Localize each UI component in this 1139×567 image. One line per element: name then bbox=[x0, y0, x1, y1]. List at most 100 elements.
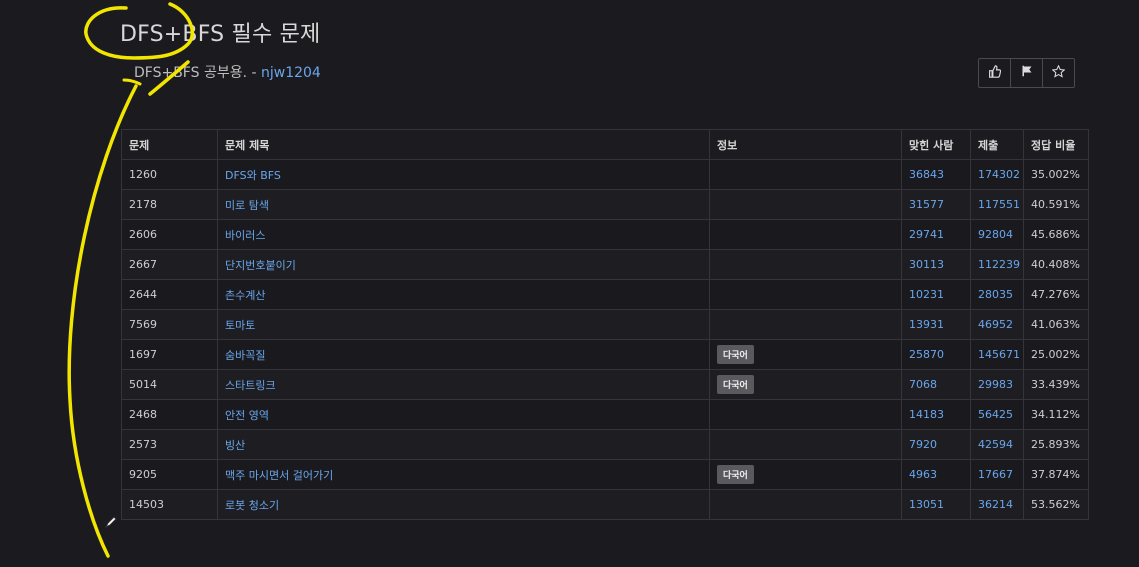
problem-id[interactable]: 2178 bbox=[121, 189, 218, 220]
submission-count[interactable]: 92804 bbox=[970, 219, 1024, 250]
table-row: 2644 촌수계산 10231 28035 47.276% bbox=[121, 279, 1089, 310]
multilingual-badge: 다국어 bbox=[717, 345, 754, 364]
submission-count[interactable]: 46952 bbox=[970, 309, 1024, 340]
accuracy-ratio: 45.686% bbox=[1023, 219, 1089, 250]
problem-info bbox=[709, 309, 902, 340]
submission-count[interactable]: 42594 bbox=[970, 429, 1024, 460]
submission-count[interactable]: 29983 bbox=[970, 369, 1024, 400]
submission-count[interactable]: 112239 bbox=[970, 249, 1024, 280]
problem-title-link[interactable]: 단지번호붙이기 bbox=[217, 249, 710, 280]
solved-count[interactable]: 7920 bbox=[901, 429, 971, 460]
flag-icon bbox=[1021, 65, 1033, 81]
solved-count[interactable]: 29741 bbox=[901, 219, 971, 250]
table-row: 2573 빙산 7920 42594 25.893% bbox=[121, 429, 1089, 460]
favorite-button[interactable] bbox=[1043, 59, 1074, 87]
solved-count[interactable]: 10231 bbox=[901, 279, 971, 310]
accuracy-ratio: 25.002% bbox=[1023, 339, 1089, 370]
submission-count[interactable]: 28035 bbox=[970, 279, 1024, 310]
problem-info: 다국어 bbox=[709, 459, 902, 490]
solved-count[interactable]: 36843 bbox=[901, 159, 971, 190]
submission-count[interactable]: 117551 bbox=[970, 189, 1024, 220]
action-button-group bbox=[978, 58, 1075, 88]
table-row: 2667 단지번호붙이기 30113 112239 40.408% bbox=[121, 249, 1089, 280]
problem-id[interactable]: 7569 bbox=[121, 309, 218, 340]
problem-title-link[interactable]: 숨바꼭질 bbox=[217, 339, 710, 370]
problem-id[interactable]: 9205 bbox=[121, 459, 218, 490]
description-text: DFS+BFS 공부용. - bbox=[134, 65, 261, 81]
accuracy-ratio: 40.591% bbox=[1023, 189, 1089, 220]
submission-count[interactable]: 36214 bbox=[970, 489, 1024, 520]
solved-count[interactable]: 31577 bbox=[901, 189, 971, 220]
header-problem-title[interactable]: 문제 제목 bbox=[217, 129, 710, 160]
problem-id[interactable]: 5014 bbox=[121, 369, 218, 400]
problem-title-link[interactable]: 미로 탐색 bbox=[217, 189, 710, 220]
submission-count[interactable]: 145671 bbox=[970, 339, 1024, 370]
problem-id[interactable]: 2573 bbox=[121, 429, 218, 460]
submission-count[interactable]: 174302 bbox=[970, 159, 1024, 190]
problem-info bbox=[709, 279, 902, 310]
solved-count[interactable]: 30113 bbox=[901, 249, 971, 280]
problem-id[interactable]: 2468 bbox=[121, 399, 218, 430]
solved-count[interactable]: 14183 bbox=[901, 399, 971, 430]
multilingual-badge: 다국어 bbox=[717, 375, 754, 394]
table-row: 5014 스타트링크 다국어 7068 29983 33.439% bbox=[121, 369, 1089, 400]
table-row: 7569 토마토 13931 46952 41.063% bbox=[121, 309, 1089, 340]
report-button[interactable] bbox=[1011, 59, 1043, 87]
table-header-row: 문제 문제 제목 정보 맞힌 사람 제출 정답 비율 bbox=[121, 129, 1089, 160]
like-button[interactable] bbox=[979, 59, 1011, 87]
problem-id[interactable]: 14503 bbox=[121, 489, 218, 520]
problem-id[interactable]: 2667 bbox=[121, 249, 218, 280]
star-icon bbox=[1051, 64, 1066, 82]
problem-title-link[interactable]: DFS와 BFS bbox=[217, 159, 710, 190]
table-row: 2606 바이러스 29741 92804 45.686% bbox=[121, 219, 1089, 250]
accuracy-ratio: 34.112% bbox=[1023, 399, 1089, 430]
accuracy-ratio: 41.063% bbox=[1023, 309, 1089, 340]
workbook-description: DFS+BFS 공부용. - njw1204 bbox=[134, 62, 321, 82]
problem-table: 문제 문제 제목 정보 맞힌 사람 제출 정답 비율 1260 DFS와 BFS 3… bbox=[121, 129, 1089, 520]
problem-info bbox=[709, 249, 902, 280]
problem-title-link[interactable]: 맥주 마시면서 걸어가기 bbox=[217, 459, 710, 490]
problem-id[interactable]: 1260 bbox=[121, 159, 218, 190]
problem-title-link[interactable]: 로봇 청소기 bbox=[217, 489, 710, 520]
header-info[interactable]: 정보 bbox=[709, 129, 902, 160]
table-row: 14503 로봇 청소기 13051 36214 53.562% bbox=[121, 489, 1089, 520]
accuracy-ratio: 25.893% bbox=[1023, 429, 1089, 460]
solved-count[interactable]: 25870 bbox=[901, 339, 971, 370]
table-row: 1260 DFS와 BFS 36843 174302 35.002% bbox=[121, 159, 1089, 190]
problem-info bbox=[709, 189, 902, 220]
problem-info bbox=[709, 489, 902, 520]
problem-info: 다국어 bbox=[709, 369, 902, 400]
multilingual-badge: 다국어 bbox=[717, 465, 754, 484]
submission-count[interactable]: 17667 bbox=[970, 459, 1024, 490]
accuracy-ratio: 37.874% bbox=[1023, 459, 1089, 490]
problem-title-link[interactable]: 토마토 bbox=[217, 309, 710, 340]
solved-count[interactable]: 13931 bbox=[901, 309, 971, 340]
table-body: 1260 DFS와 BFS 36843 174302 35.002% 2178 미로 탐색 3… bbox=[121, 159, 1089, 520]
header-problem-id[interactable]: 문제 bbox=[121, 129, 218, 160]
accuracy-ratio: 53.562% bbox=[1023, 489, 1089, 520]
problem-info bbox=[709, 219, 902, 250]
solved-count[interactable]: 7068 bbox=[901, 369, 971, 400]
submission-count[interactable]: 56425 bbox=[970, 399, 1024, 430]
solved-count[interactable]: 4963 bbox=[901, 459, 971, 490]
header-submission-count[interactable]: 제출 bbox=[970, 129, 1024, 160]
header-accuracy-ratio[interactable]: 정답 비율 bbox=[1023, 129, 1089, 160]
page: DFS+BFS 필수 문제 DFS+BFS 공부용. - njw1204 문제 … bbox=[0, 0, 1139, 567]
header-solved-count[interactable]: 맞힌 사람 bbox=[901, 129, 971, 160]
table-row: 1697 숨바꼭질 다국어 25870 145671 25.002% bbox=[121, 339, 1089, 370]
table-row: 9205 맥주 마시면서 걸어가기 다국어 4963 17667 37.874% bbox=[121, 459, 1089, 490]
author-link[interactable]: njw1204 bbox=[261, 65, 321, 81]
problem-title-link[interactable]: 촌수계산 bbox=[217, 279, 710, 310]
problem-id[interactable]: 1697 bbox=[121, 339, 218, 370]
table-row: 2178 미로 탐색 31577 117551 40.591% bbox=[121, 189, 1089, 220]
problem-title-link[interactable]: 안전 영역 bbox=[217, 399, 710, 430]
problem-title-link[interactable]: 스타트링크 bbox=[217, 369, 710, 400]
table-row: 2468 안전 영역 14183 56425 34.112% bbox=[121, 399, 1089, 430]
solved-count[interactable]: 13051 bbox=[901, 489, 971, 520]
page-title: DFS+BFS 필수 문제 bbox=[120, 22, 321, 47]
problem-id[interactable]: 2644 bbox=[121, 279, 218, 310]
problem-id[interactable]: 2606 bbox=[121, 219, 218, 250]
problem-info bbox=[709, 399, 902, 430]
problem-title-link[interactable]: 바이러스 bbox=[217, 219, 710, 250]
problem-title-link[interactable]: 빙산 bbox=[217, 429, 710, 460]
